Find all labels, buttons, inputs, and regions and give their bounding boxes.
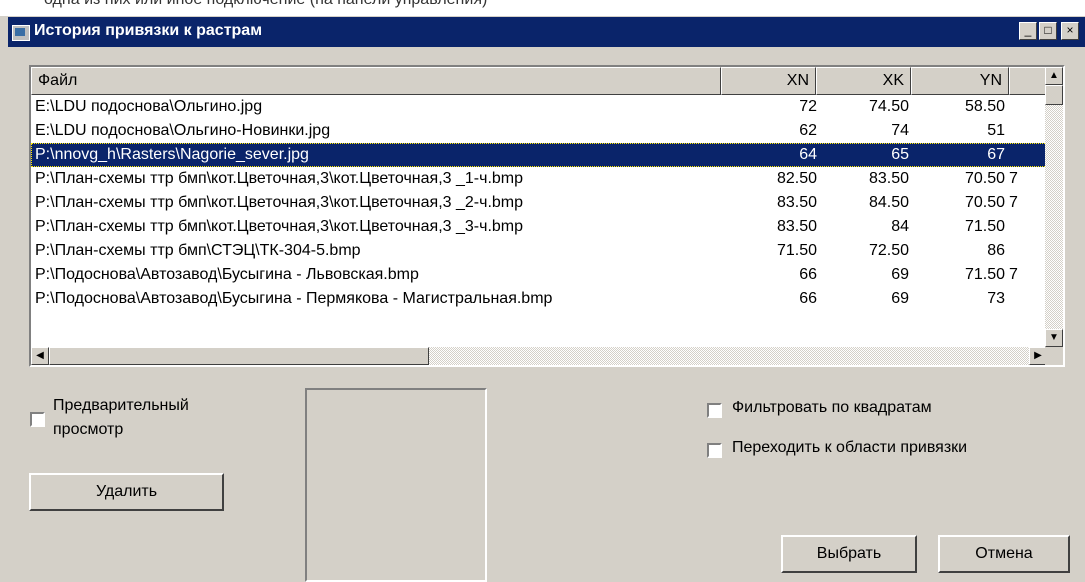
goto-binding-area-label: Переходить к области привязки [732,439,968,456]
window-app-icon [12,25,30,41]
cell-yn: 67 [987,146,1005,163]
column-header-file[interactable]: Файл [31,67,721,95]
dialog-body: Файл XN XK YN E:\LDU подоснова\Ольгино.j… [8,47,1085,582]
cell-xk: 83.50 [868,170,909,187]
cell-xk: 72.50 [868,242,909,259]
table-row[interactable]: P:\План-схемы ттр бмп\СТЭЦ\ТК-304-5.bmp … [31,239,1047,263]
scroll-left-arrow-icon[interactable]: ◀ [31,347,49,365]
cell-xn: 83.50 [776,218,817,235]
cell-yk [1009,143,1047,167]
vertical-scrollbar[interactable]: ▲ ▼ [1045,67,1063,347]
filter-by-squares-checkbox[interactable] [707,403,722,418]
cell-yk: 7 [1009,194,1018,211]
table-row[interactable]: P:\Подоснова\Автозавод\Бусыгина - Львовс… [31,263,1047,287]
table-row[interactable]: P:\План-схемы ттр бмп\кот.Цветочная,3\ко… [31,167,1047,191]
cell-file: P:\Подоснова\Автозавод\Бусыгина - Пермяк… [35,290,553,307]
scroll-up-arrow-icon[interactable]: ▲ [1045,67,1063,85]
cell-xn: 64 [799,146,817,163]
cell-xn: 66 [799,266,817,283]
column-header-yn[interactable]: YN [911,67,1009,95]
cell-yn: 70.50 [964,170,1005,187]
filter-by-squares-label: Фильтровать по квадратам [732,399,932,416]
cell-yn: 71.50 [964,266,1005,283]
table-row[interactable]: E:\LDU подоснова\Ольгино.jpg 72 74.50 58… [31,95,1047,119]
cell-xn: 71.50 [776,242,817,259]
close-button[interactable]: × [1061,22,1079,40]
table-row-selected[interactable]: P:\nnovg_h\Rasters\Nagorie_sever.jpg 64 … [31,143,1047,167]
cell-xn: 82.50 [776,170,817,187]
cell-yk: 7 [1009,170,1018,187]
raster-preview-box [305,388,487,582]
cell-file: E:\LDU подоснова\Ольгино-Новинки.jpg [35,122,331,139]
cell-xk: 84.50 [868,194,909,211]
cancel-button[interactable]: Отмена [938,535,1070,573]
cell-yk [1009,287,1047,311]
column-header-xk[interactable]: XK [816,67,911,95]
preview-checkbox[interactable] [30,412,45,427]
title-bar[interactable]: История привязки к растрам _ □ × [8,17,1085,47]
scroll-down-arrow-icon[interactable]: ▼ [1045,329,1063,347]
cell-xn: 83.50 [776,194,817,211]
cell-xk: 69 [891,266,909,283]
cell-yn: 71.50 [964,218,1005,235]
cell-yn: 73 [987,290,1005,307]
cell-yn: 51 [987,122,1005,139]
cell-yk [1009,119,1047,143]
cell-xn: 72 [799,98,817,115]
list-viewport: Файл XN XK YN E:\LDU подоснова\Ольгино.j… [31,67,1047,347]
cell-yn: 58.50 [964,98,1005,115]
cell-file: E:\LDU подоснова\Ольгино.jpg [35,98,263,115]
minimize-button[interactable]: _ [1019,22,1037,40]
background-window-strip: одна из них или иное подключение (на пан… [0,0,1085,16]
cell-xk: 74.50 [868,98,909,115]
cell-yk: 7 [1009,266,1018,283]
cell-xk: 84 [891,218,909,235]
cell-xk: 74 [891,122,909,139]
cell-yn: 70.50 [964,194,1005,211]
cell-yn: 86 [987,242,1005,259]
cell-xk: 65 [891,146,909,163]
history-list[interactable]: Файл XN XK YN E:\LDU подоснова\Ольгино.j… [29,65,1065,367]
cell-xk: 69 [891,290,909,307]
cell-file: P:\Подоснова\Автозавод\Бусыгина - Львовс… [35,266,419,283]
column-header-xn[interactable]: XN [721,67,816,95]
cell-xn: 62 [799,122,817,139]
select-button[interactable]: Выбрать [781,535,917,573]
maximize-button[interactable]: □ [1039,22,1057,40]
cell-file: P:\План-схемы ттр бмп\кот.Цветочная,3\ко… [35,218,524,235]
cell-file: P:\План-схемы ттр бмп\кот.Цветочная,3\ко… [35,170,524,187]
cell-file: P:\nnovg_h\Rasters\Nagorie_sever.jpg [35,146,309,163]
table-row[interactable]: P:\План-схемы ттр бмп\кот.Цветочная,3\ко… [31,215,1047,239]
horizontal-scroll-thumb[interactable] [49,347,429,365]
preview-label-line1: Предварительный [53,397,189,414]
cell-yk [1009,95,1047,119]
vertical-scroll-thumb[interactable] [1045,85,1063,105]
window-title: История привязки к растрам [34,22,263,39]
list-header: Файл XN XK YN [31,67,1047,95]
horizontal-scrollbar[interactable]: ◀ ▶ [31,347,1047,365]
column-header-yk[interactable] [1009,67,1047,95]
preview-label-line2: просмотр [53,421,124,438]
goto-binding-area-checkbox[interactable] [707,443,722,458]
background-caption: одна из них или иное подключение (на пан… [44,0,487,9]
cell-xn: 66 [799,290,817,307]
table-row[interactable]: E:\LDU подоснова\Ольгино-Новинки.jpg 62 … [31,119,1047,143]
scrollbar-corner [1045,347,1063,365]
cell-file: P:\План-схемы ттр бмп\СТЭЦ\ТК-304-5.bmp [35,242,361,259]
cell-yk [1009,239,1047,263]
cell-file: P:\План-схемы ттр бмп\кот.Цветочная,3\ко… [35,194,524,211]
delete-button[interactable]: Удалить [29,473,224,511]
table-row[interactable]: P:\План-схемы ттр бмп\кот.Цветочная,3\ко… [31,191,1047,215]
cell-yk [1009,215,1047,239]
table-row[interactable]: P:\Подоснова\Автозавод\Бусыгина - Пермяк… [31,287,1047,311]
